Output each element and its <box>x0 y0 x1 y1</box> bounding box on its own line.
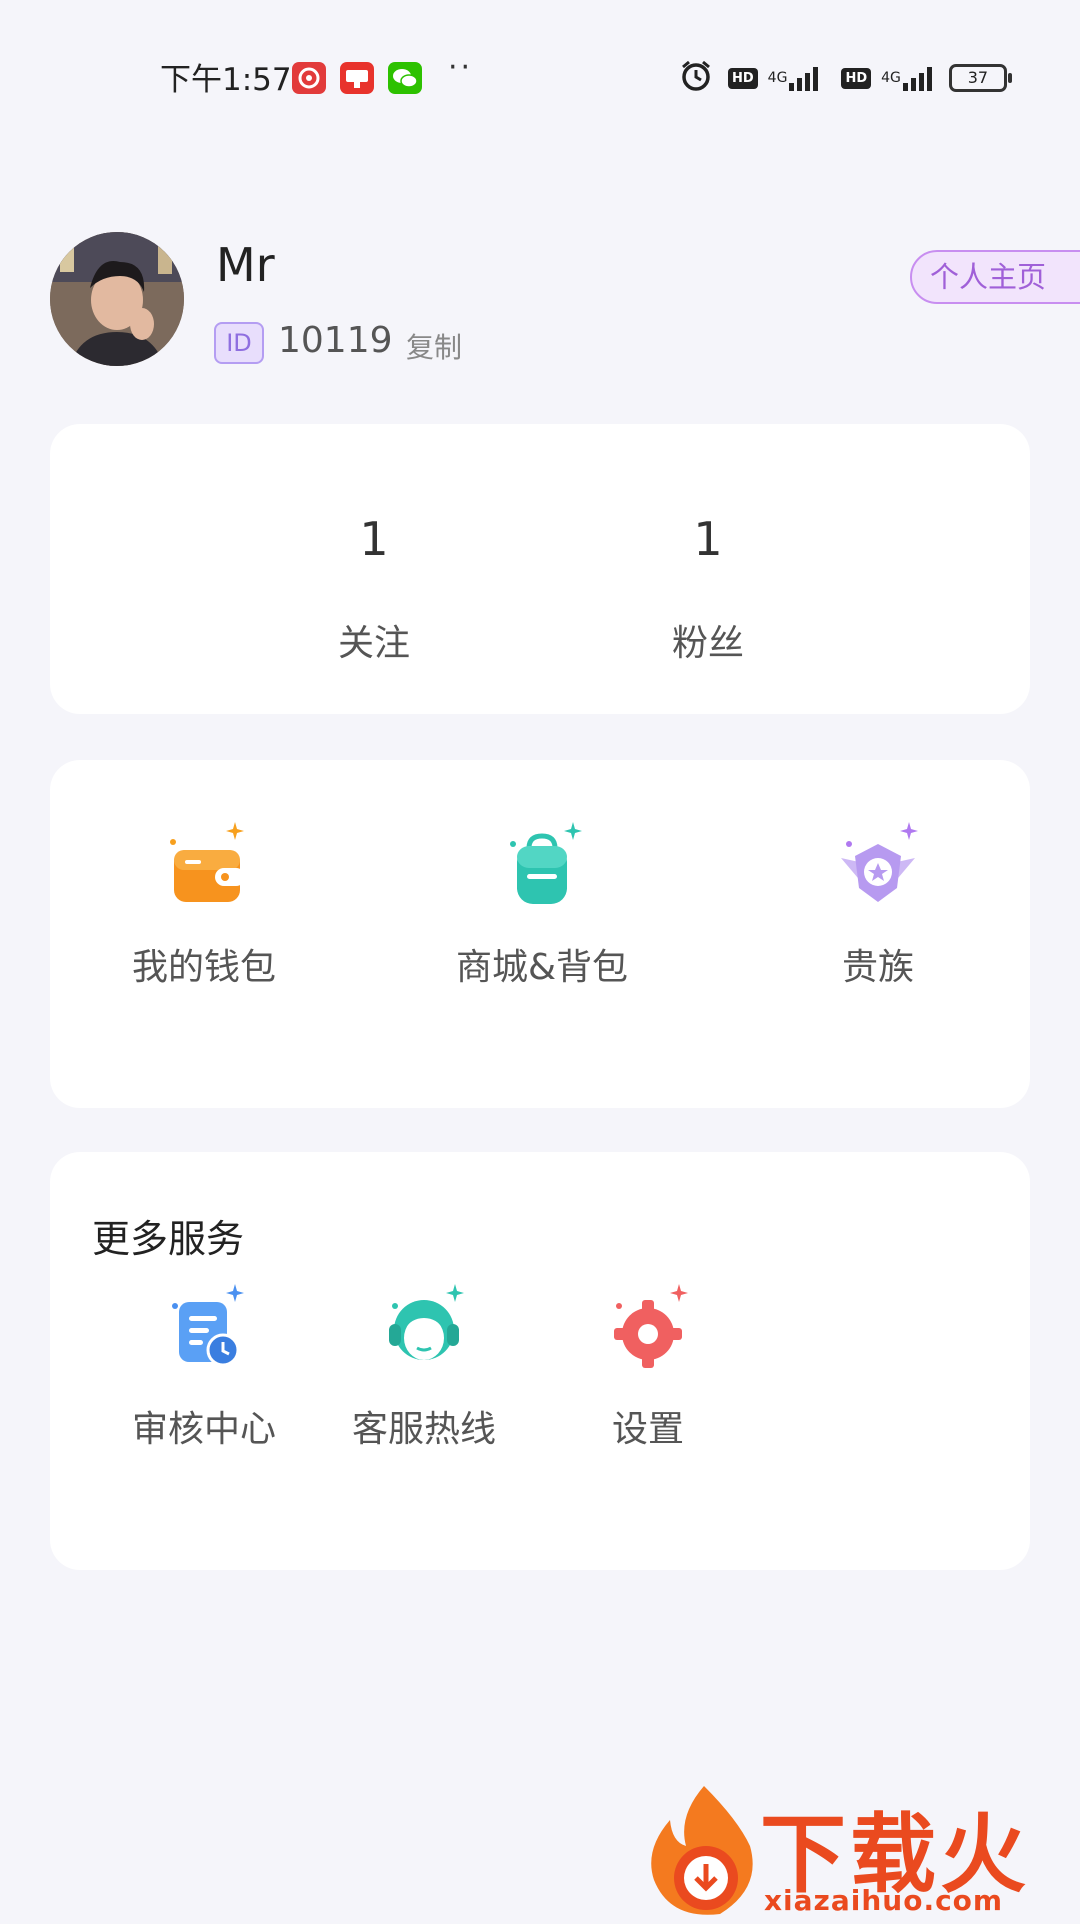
wallet-label: 我的钱包 <box>131 947 276 988</box>
copy-id-button[interactable]: 复制 <box>406 326 462 366</box>
id-badge: ID <box>214 322 264 364</box>
stats-card: 1 关注 1 粉丝 <box>50 424 1030 714</box>
followers-stat[interactable]: 1 粉丝 <box>598 424 818 714</box>
watermark-url: xiazaihuo.com <box>764 1884 1004 1917</box>
following-stat[interactable]: 1 关注 <box>264 424 484 714</box>
customer-service-icon <box>324 1272 524 1382</box>
review-center-label: 审核中心 <box>131 1409 276 1450</box>
news-app-icon <box>340 62 374 94</box>
noble-label: 贵族 <box>841 947 914 988</box>
netease-music-app-icon <box>292 62 326 94</box>
wallet-icon <box>74 810 334 920</box>
flame-logo-icon <box>640 1780 770 1924</box>
review-center-entry[interactable]: 审核中心 <box>104 1272 304 1452</box>
avatar[interactable] <box>50 232 184 366</box>
customer-service-entry[interactable]: 客服热线 <box>324 1272 524 1452</box>
signal-bars-1-icon <box>789 65 821 91</box>
network-label-1: 4G <box>767 70 788 86</box>
status-bar: 下午1:57 ·· HD 4G HD 4G 37 <box>0 50 1080 102</box>
status-right-group: HD 4G HD 4G 37 <box>678 58 1012 98</box>
user-id-number: 10119 <box>278 320 393 361</box>
followers-count: 1 <box>693 512 723 566</box>
backpack-icon <box>412 810 672 920</box>
personal-homepage-button[interactable]: 个人主页 <box>910 250 1080 304</box>
settings-gear-icon <box>548 1272 748 1382</box>
wallet-entry[interactable]: 我的钱包 <box>74 810 334 990</box>
hd-badge-1: HD <box>728 67 758 89</box>
hd-badge-2: HD <box>841 67 872 89</box>
username: Mr <box>216 238 275 292</box>
wechat-app-icon <box>388 62 422 94</box>
network-label-2: 4G <box>881 70 901 86</box>
features-card: 我的钱包 商城&背包 贵族 <box>50 760 1030 1108</box>
followers-label: 粉丝 <box>671 623 744 664</box>
review-document-icon <box>104 1272 304 1382</box>
xiazaihuo-watermark: 下载火 xiazaihuo.com <box>640 1780 1080 1920</box>
more-notifications-icon: ·· <box>448 50 474 85</box>
customer-service-label: 客服热线 <box>351 1409 496 1450</box>
shop-backpack-label: 商城&背包 <box>455 947 629 988</box>
following-count: 1 <box>359 512 389 566</box>
status-time: 下午1:57 <box>160 62 292 98</box>
settings-label: 设置 <box>611 1409 684 1450</box>
noble-badge-icon <box>748 810 1008 920</box>
following-label: 关注 <box>337 623 410 664</box>
signal-bars-2-icon <box>902 65 935 91</box>
alarm-icon <box>678 58 714 98</box>
settings-entry[interactable]: 设置 <box>548 1272 748 1452</box>
battery-indicator: 37 <box>948 64 1012 92</box>
shop-backpack-entry[interactable]: 商城&背包 <box>412 810 672 990</box>
noble-entry[interactable]: 贵族 <box>748 810 1008 990</box>
more-services-card: 更多服务 审核中心 客服热线 设置 <box>50 1152 1030 1570</box>
more-services-title: 更多服务 <box>92 1217 245 1261</box>
